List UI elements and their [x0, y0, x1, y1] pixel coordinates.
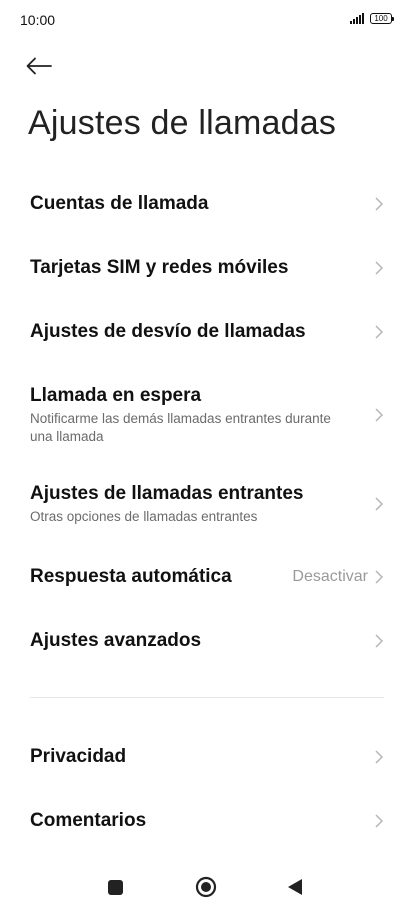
status-time: 10:00: [20, 12, 56, 28]
chevron-right-icon: [375, 497, 384, 511]
settings-item-llamada-en-espera[interactable]: Llamada en espera Notificarme las demás …: [30, 384, 384, 446]
settings-item-respuesta-automatica[interactable]: Respuesta automática Desactivar: [30, 561, 384, 593]
settings-item-text: Cuentas de llamada: [30, 193, 374, 215]
settings-item-text: Ajustes avanzados: [30, 630, 374, 652]
settings-item-text: Tarjetas SIM y redes móviles: [30, 257, 374, 279]
chevron-right-icon: [375, 325, 384, 339]
chevron-right-icon: [375, 197, 384, 211]
arrow-left-icon: [26, 57, 52, 75]
signal-icon: [350, 13, 364, 24]
chevron-right-icon: [375, 814, 384, 828]
settings-item-cuentas-de-llamada[interactable]: Cuentas de llamada: [30, 188, 384, 220]
home-circle-icon[interactable]: [195, 876, 217, 898]
settings-item-label: Ajustes de llamadas entrantes: [30, 482, 304, 504]
settings-item-label: Cuentas de llamada: [30, 193, 209, 214]
settings-item-text: Ajustes de desvío de llamadas: [30, 321, 374, 343]
settings-item-llamadas-entrantes[interactable]: Ajustes de llamadas entrantes Otras opci…: [30, 482, 384, 526]
back-triangle-icon[interactable]: [287, 878, 303, 896]
settings-item-text: Llamada en espera Notificarme las demás …: [30, 385, 374, 446]
chevron-right-icon: [375, 634, 384, 648]
status-bar: 10:00 100: [0, 0, 414, 40]
settings-item-label: Tarjetas SIM y redes móviles: [30, 257, 289, 278]
settings-item-comentarios[interactable]: Comentarios: [30, 805, 384, 837]
recents-square-icon[interactable]: [108, 880, 123, 895]
settings-item-text: Comentarios: [30, 810, 374, 832]
chevron-right-icon: [375, 408, 384, 422]
settings-item-label: Respuesta automática: [30, 566, 232, 587]
chevron-right-icon: [375, 750, 384, 764]
settings-item-text: Ajustes de llamadas entrantes Otras opci…: [30, 483, 374, 526]
chevron-right-icon: [375, 261, 384, 275]
settings-item-desvio-de-llamadas[interactable]: Ajustes de desvío de llamadas: [30, 316, 384, 348]
navigation-bar: [0, 866, 414, 920]
settings-item-privacidad[interactable]: Privacidad: [30, 741, 384, 773]
battery-icon: 100: [370, 13, 394, 24]
settings-item-label: Privacidad: [30, 746, 127, 767]
settings-item-ajustes-avanzados[interactable]: Ajustes avanzados: [30, 625, 384, 657]
settings-item-label: Comentarios: [30, 810, 147, 831]
settings-item-label: Llamada en espera: [30, 384, 202, 406]
page-title: Ajustes de llamadas: [28, 104, 337, 142]
settings-item-text: Respuesta automática: [30, 566, 292, 588]
settings-item-text: Privacidad: [30, 746, 374, 768]
settings-item-label: Ajustes avanzados: [30, 630, 202, 651]
back-button[interactable]: [26, 50, 58, 82]
settings-item-value: Desactivar: [292, 568, 368, 585]
settings-item-subtitle: Otras opciones de llamadas entrantes: [30, 508, 258, 524]
section-divider: [30, 697, 384, 698]
chevron-right-icon: [375, 570, 384, 584]
settings-item-tarjetas-sim[interactable]: Tarjetas SIM y redes móviles: [30, 252, 384, 284]
status-icons: 100: [350, 13, 394, 24]
battery-level: 100: [374, 14, 388, 23]
settings-item-subtitle: Notificarme las demás llamadas entrantes…: [30, 410, 331, 444]
settings-item-label: Ajustes de desvío de llamadas: [30, 321, 306, 342]
